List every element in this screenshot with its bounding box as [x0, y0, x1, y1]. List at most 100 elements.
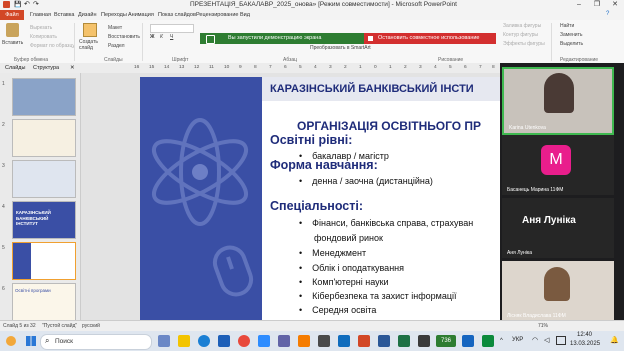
zoom-icon[interactable] [258, 335, 270, 347]
italic-icon[interactable]: К [160, 34, 163, 40]
tab-view[interactable]: Вид [240, 12, 250, 18]
screen-share-banner: Вы запустили демонстрацию экрана Останов… [200, 33, 496, 44]
shape-fill-button[interactable]: Заливка фигуры [503, 23, 541, 29]
search-label: Поиск [55, 338, 74, 345]
find-button[interactable]: Найти [560, 23, 574, 29]
tab-insert[interactable]: Вставка [54, 12, 74, 18]
clock-time[interactable]: 12:40 [577, 332, 592, 338]
clock-date[interactable]: 13.03.2025 [570, 341, 600, 347]
ruler-tick: 4 [434, 65, 437, 70]
powerpoint-icon[interactable] [358, 335, 370, 347]
language[interactable]: русский [82, 323, 100, 329]
app-icon[interactable] [298, 335, 310, 347]
save-icon[interactable]: 💾 [14, 1, 21, 8]
new-slide-button[interactable]: Создать слайд [79, 39, 101, 51]
word-icon[interactable] [378, 335, 390, 347]
participant-name: Аня Луніка [507, 250, 532, 256]
current-slide[interactable]: КАРАЗІНСЬКИЙ БАНКІВСЬКИЙ ІНСТИ ОРГАНІЗАЦ… [140, 77, 500, 320]
excel-icon[interactable] [398, 335, 410, 347]
reset-button[interactable]: Восстановить [108, 34, 140, 40]
notification-bell-icon[interactable]: 🔔 [610, 336, 619, 344]
share-icon [206, 35, 215, 44]
shape-effects-button[interactable]: Эффекты фигуры [503, 41, 545, 47]
stop-sharing-button[interactable]: Остановить совместное использование [364, 33, 496, 44]
layout-button[interactable]: Макет [108, 25, 122, 31]
weather-icon[interactable] [6, 336, 16, 346]
slide-thumb-1[interactable] [12, 78, 76, 116]
slide-thumb-6[interactable]: Освітні програми [12, 283, 76, 321]
app-icon[interactable] [482, 335, 494, 347]
thumb-number: 4 [2, 204, 5, 210]
tab-transitions[interactable]: Переходы [101, 12, 127, 18]
underline-icon[interactable]: Ч [170, 34, 173, 40]
slide-thumb-2[interactable] [12, 119, 76, 157]
teams-icon[interactable] [278, 335, 290, 347]
taskbar-search[interactable]: ⌕ Поиск [40, 334, 152, 350]
section-button[interactable]: Раздел [108, 43, 125, 49]
store-icon[interactable] [318, 335, 330, 347]
windows-start-icon[interactable] [26, 336, 36, 346]
telegram-icon[interactable] [338, 335, 350, 347]
task-view-icon[interactable] [158, 335, 170, 347]
volume-icon[interactable]: ◁ [544, 336, 549, 344]
taskbar: ⌕ Поиск 736 ^ УКР ◠ ◁ 12:40 13.03.2025 🔔 [0, 331, 624, 351]
ruler-tick: 1 [359, 65, 362, 70]
file-explorer-icon[interactable] [178, 335, 190, 347]
replace-button[interactable]: Заменить [560, 32, 582, 38]
close-button[interactable]: ✕ [606, 0, 624, 10]
redo-icon[interactable]: ↷ [33, 0, 39, 8]
avatar: M [541, 145, 571, 175]
undo-icon[interactable]: ↶ [24, 0, 30, 8]
close-pane-icon[interactable]: ✕ [70, 65, 75, 71]
shape-outline-button[interactable]: Контур фигуры [503, 32, 538, 38]
thumb-number: 3 [2, 163, 5, 169]
zoom-level[interactable]: 71% [538, 323, 548, 329]
paste-icon [6, 23, 19, 37]
wifi-icon[interactable]: ◠ [532, 336, 538, 344]
bold-icon[interactable]: Ж [150, 34, 155, 40]
ruler-tick: 3 [329, 65, 332, 70]
stop-sharing-label: Остановить совместное использование [378, 35, 480, 41]
font-size-box[interactable] [150, 24, 194, 33]
tab-outline[interactable]: Структура [33, 65, 59, 71]
app-icon[interactable] [462, 335, 474, 347]
tab-design[interactable]: Дизайн [78, 12, 97, 18]
paste-button[interactable]: Вставить [2, 40, 23, 46]
slide-thumb-5[interactable] [12, 242, 76, 280]
format-painter-button[interactable]: Формат по образцу [30, 43, 75, 49]
maximize-button[interactable]: ❐ [588, 0, 606, 10]
ruler-tick: 7 [269, 65, 272, 70]
tab-slideshow[interactable]: Показ слайдов [158, 12, 196, 18]
tab-home[interactable]: Главная [30, 12, 51, 18]
spec-item-continued: фондовий ринок [314, 233, 383, 243]
help-icon[interactable]: ? [606, 11, 609, 17]
cut-button[interactable]: Вырезать [30, 25, 52, 31]
copy-button[interactable]: Копировать [30, 34, 57, 40]
minimize-button[interactable]: – [570, 0, 588, 10]
outlook-icon[interactable] [218, 335, 230, 347]
battery-icon[interactable] [556, 336, 566, 345]
edge-icon[interactable] [198, 335, 210, 347]
select-button[interactable]: Выделить [560, 41, 583, 47]
participant-tile[interactable]: Аня Луніка Аня Луніка [502, 198, 614, 258]
tab-animation[interactable]: Анимация [128, 12, 154, 18]
participant-tile[interactable]: Karina Utenkova [502, 67, 614, 135]
tab-file[interactable]: Файл [0, 10, 24, 20]
slide-thumb-3[interactable] [12, 160, 76, 198]
share-message: Вы запустили демонстрацию экрана [228, 35, 322, 41]
stop-icon [368, 36, 373, 41]
chevron-up-icon[interactable]: ^ [500, 338, 503, 344]
slide-thumb-4[interactable]: КАРАЗІНСЬКИЙ БАНКІВСЬКИЙ ІНСТИТУТ [12, 201, 76, 239]
chrome-icon[interactable] [238, 335, 250, 347]
tab-slides[interactable]: Слайды [5, 65, 25, 71]
participants-panel: Karina Utenkova M Басанець Марина 11ФМ А… [500, 63, 624, 321]
ruler-tick: 15 [149, 65, 155, 70]
heading-specialties: Спеціальності: [270, 199, 363, 213]
participant-tile[interactable]: Лісняк Владислава 11ФМ [502, 261, 614, 321]
badge-app[interactable]: 736 [436, 335, 456, 347]
app-icon[interactable] [418, 335, 430, 347]
participant-tile[interactable]: M Басанець Марина 11ФМ [502, 135, 614, 195]
smartart-button[interactable]: Преобразовать в SmartArt [310, 45, 371, 51]
keyboard-language[interactable]: УКР [512, 337, 523, 343]
tab-review[interactable]: Рецензирование [196, 12, 238, 18]
